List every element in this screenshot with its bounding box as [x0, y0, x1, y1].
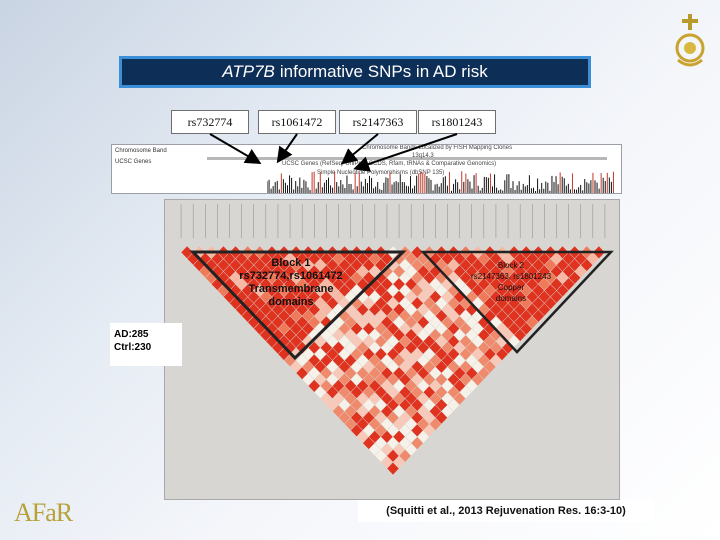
afar-logo: AFaR — [14, 496, 75, 534]
ctrl-count: Ctrl:230 — [114, 342, 152, 353]
ad-count: AD:285 — [114, 329, 149, 340]
block-2-label: Block 2 rs2147363, rs1801243 Copper doma… — [470, 261, 552, 303]
svg-text:AFaR: AFaR — [14, 498, 74, 526]
citation: (Squitti et al., 2013 Rejuvenation Res. … — [358, 500, 654, 522]
ld-heatmap-panel: Block 1 rs732774,rs1061472 Transmembrane… — [164, 199, 620, 500]
block-1-label: Block 1 rs732774,rs1061472 Transmembrane… — [239, 257, 343, 308]
ld-heatmap — [180, 204, 614, 476]
sample-size-box: AD:285 Ctrl:230 — [110, 323, 182, 366]
